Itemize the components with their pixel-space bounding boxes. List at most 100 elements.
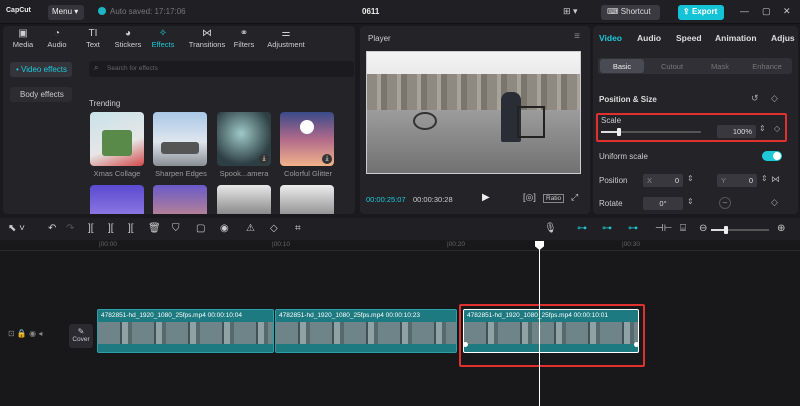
scale-slider-track[interactable]	[601, 128, 701, 136]
subtab-basic[interactable]: Basic	[600, 59, 644, 73]
reverse-icon[interactable]: ◉	[220, 223, 229, 234]
y-label: Y	[721, 176, 727, 185]
split-right-icon[interactable]: ][	[128, 223, 134, 234]
main-track-magnet-icon[interactable]: ⊶	[577, 223, 587, 234]
tab-adjustment[interactable]: Adjus	[771, 33, 795, 43]
zoom-out-icon[interactable]: ⊖	[699, 223, 707, 234]
tool-audio[interactable]: ◔ Audio	[37, 27, 77, 49]
sidebar-item-video-effects[interactable]: • Video effects	[10, 62, 72, 77]
keyframe-icon[interactable]: ◇	[771, 197, 778, 208]
microphone-icon[interactable]: 🎙	[544, 223, 557, 234]
mirror-icon[interactable]: ⚠	[246, 223, 255, 234]
preview-axis-icon[interactable]: ⊣⊢	[655, 223, 672, 234]
tab-audio[interactable]: Audio	[637, 33, 661, 43]
select-tool-icon[interactable]: ⬉ ˅	[8, 223, 25, 234]
menu-icon[interactable]: ≡	[574, 31, 580, 42]
current-time: 00:00:25:07	[366, 195, 406, 204]
scale-slider-handle[interactable]	[617, 128, 621, 136]
app-logo: CapCut	[6, 7, 31, 14]
tool-adjustment[interactable]: ⚌ Adjustment	[262, 27, 310, 49]
tab-video[interactable]: Video	[599, 33, 622, 43]
effect-thumb-colorful-glitter[interactable]: ⤓	[280, 112, 334, 166]
playhead-line[interactable]	[539, 241, 540, 406]
stepper-icon[interactable]: ⇕	[761, 174, 768, 183]
linkage-icon[interactable]: ⊶	[628, 223, 638, 234]
effect-label: Xmas Collage	[93, 169, 141, 178]
stepper-icon[interactable]: ⇕	[687, 197, 694, 206]
expand-icon[interactable]: ⤢	[571, 192, 578, 203]
split-left-icon[interactable]: ][	[108, 223, 114, 234]
playhead-handle[interactable]	[535, 241, 544, 250]
undo-icon[interactable]: ↶	[48, 223, 56, 234]
subtab-cutout[interactable]: Cutout	[650, 58, 694, 74]
tool-filters[interactable]: ⚭ Filters	[224, 27, 264, 49]
cover-button[interactable]: ✎ Cover	[69, 324, 93, 348]
tool-label: Adjustment	[267, 40, 305, 49]
cyclist	[413, 112, 437, 130]
track-lock-icon[interactable]: ⊡ 🔒 ◉ ◂	[8, 329, 42, 338]
timeline-clip-2[interactable]: 4782851-hd_1920_1080_25fps.mp4 00:00:10:…	[275, 309, 457, 353]
zoom-in-icon[interactable]: ⊕	[777, 223, 785, 234]
rotate-icon[interactable]: ◇	[270, 223, 278, 234]
subtab-mask[interactable]: Mask	[698, 58, 742, 74]
stepper-icon[interactable]: ⇕	[687, 174, 694, 183]
media-panel: ▣ Media ◔ Audio TI Text ◕ Stickers ✧ Effects …	[3, 26, 355, 214]
play-icon[interactable]: ▶	[482, 192, 490, 203]
scale-value-field[interactable]: 100%	[717, 125, 756, 138]
zoom-slider-handle[interactable]	[724, 226, 728, 234]
keyframe-icon[interactable]: ◇	[774, 124, 780, 133]
uniform-scale-toggle[interactable]	[762, 151, 782, 161]
effect-thumb-spooky-camera[interactable]: ⤓	[217, 112, 271, 166]
effect-thumb[interactable]	[217, 185, 271, 214]
export-button[interactable]: ⇪ Export	[678, 5, 724, 20]
download-icon[interactable]: ⤓	[322, 154, 332, 164]
freeze-icon[interactable]: ▢	[196, 223, 205, 234]
sidebar-item-body-effects[interactable]: Body effects	[10, 87, 72, 102]
section-title-trending: Trending	[89, 99, 121, 108]
subtab-enhance[interactable]: Enhance	[744, 58, 790, 74]
caption-icon[interactable]: ⌸	[680, 223, 686, 234]
shortcut-button[interactable]: ⌨ Shortcut	[601, 5, 660, 20]
delete-icon[interactable]: 🗑	[148, 223, 161, 234]
street	[367, 110, 580, 173]
position-x-field[interactable]: X0	[643, 174, 683, 187]
search-input[interactable]: ⌕ Search for effects	[89, 61, 354, 77]
keyframe-icon[interactable]: ◇	[771, 93, 778, 104]
crop-icon[interactable]: ⌗	[295, 223, 301, 234]
auto-snap-icon[interactable]: ⊶	[602, 223, 612, 234]
maximize-icon[interactable]: ▢	[762, 6, 771, 17]
zoom-slider[interactable]	[711, 226, 769, 234]
link-icon[interactable]: ⋈	[771, 174, 780, 185]
menu-button[interactable]: Menu ▾	[48, 5, 84, 20]
effect-thumb[interactable]	[280, 185, 334, 214]
tool-effects[interactable]: ✧ Effects	[143, 27, 183, 49]
effect-label: Sharpen Edges	[155, 169, 207, 178]
download-icon[interactable]: ⤓	[259, 154, 269, 164]
effect-thumb-sharpen-edges[interactable]	[153, 112, 207, 166]
tool-stickers[interactable]: ◕ Stickers	[108, 27, 148, 49]
ratio-button[interactable]: Ratio	[543, 194, 565, 203]
tool-text[interactable]: TI Text	[73, 27, 113, 49]
video-preview[interactable]	[366, 51, 581, 174]
marker-icon[interactable]: ⛉	[172, 223, 180, 234]
effect-thumb[interactable]	[153, 185, 207, 214]
tab-speed[interactable]: Speed	[676, 33, 702, 43]
tab-animation[interactable]: Animation	[715, 33, 757, 43]
stepper-icon[interactable]: ⇕	[759, 124, 766, 133]
timeline-clip-1[interactable]: 4782851-hd_1920_1080_25fps.mp4 00:00:10:…	[97, 309, 274, 353]
effect-label: Colorful Glitter	[284, 169, 332, 178]
minimize-icon[interactable]: —	[740, 6, 749, 16]
rotate-dial-icon[interactable]: –	[719, 197, 731, 209]
reset-icon[interactable]: ↺	[751, 93, 759, 104]
position-y-field[interactable]: Y0	[717, 174, 757, 187]
split-icon[interactable]: ][	[88, 223, 94, 234]
rotate-field[interactable]: 0°	[643, 197, 683, 210]
redo-icon[interactable]: ↷	[66, 223, 74, 234]
effect-thumb[interactable]	[90, 185, 144, 214]
scale-value: 100%	[732, 127, 752, 136]
audio-icon: ◔	[53, 28, 61, 39]
layout-icon[interactable]: ⊞ ▾	[563, 6, 578, 17]
close-icon[interactable]: ✕	[783, 6, 791, 17]
effect-thumb-xmas-collage[interactable]	[90, 112, 144, 166]
fullscreen-crop-icon[interactable]: [◎]	[523, 192, 536, 203]
